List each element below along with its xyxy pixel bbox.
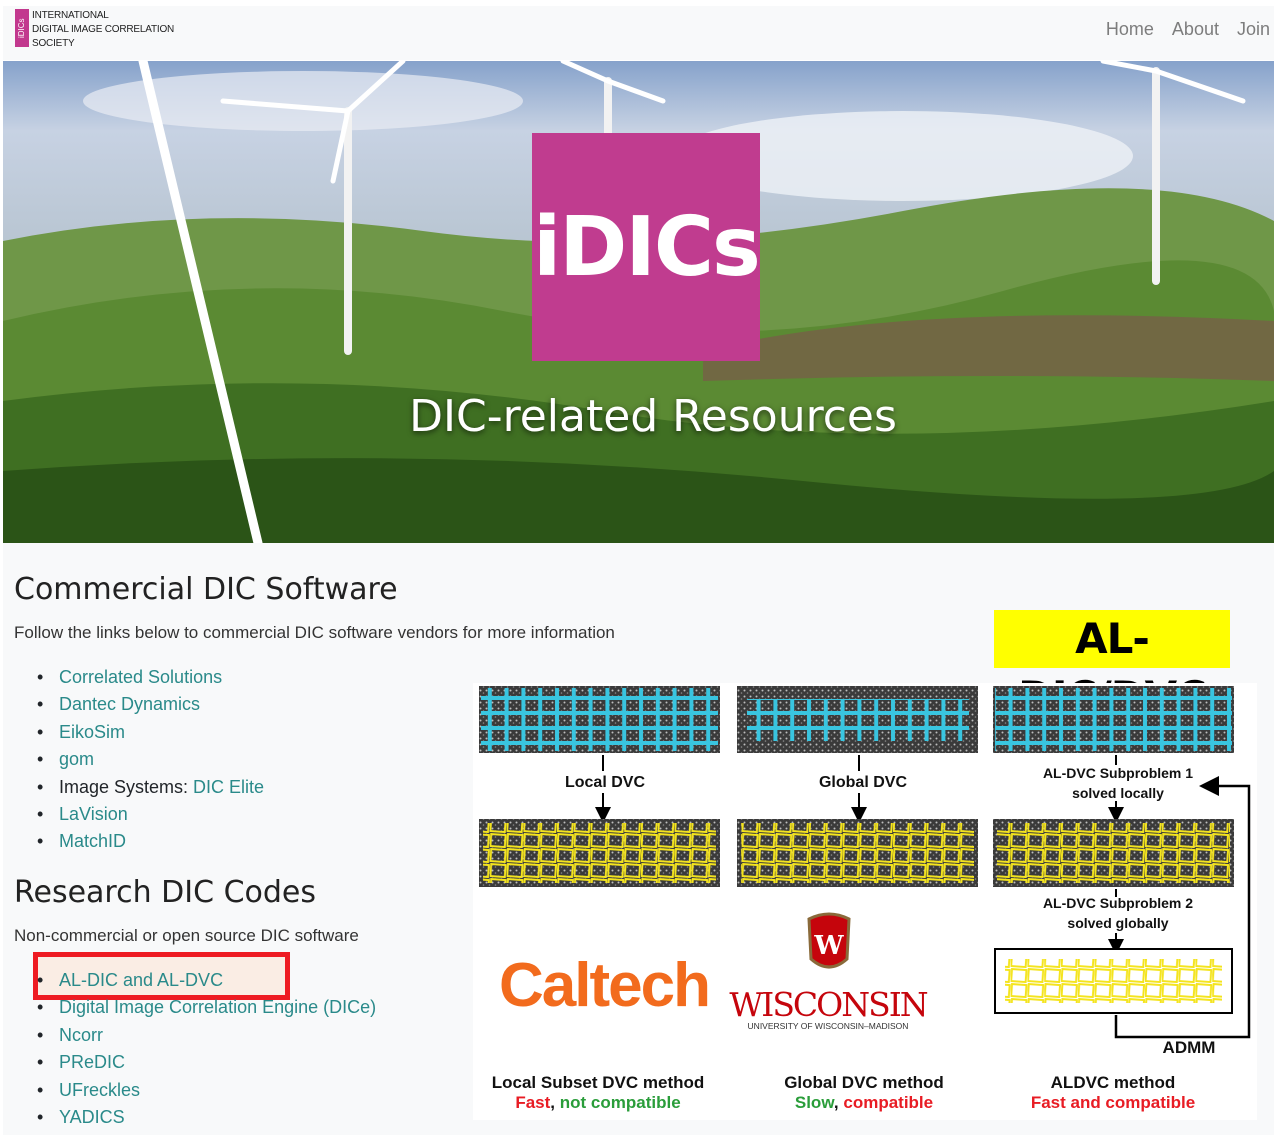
list-item: Correlated Solutions	[14, 664, 264, 691]
link-eikosim[interactable]: EikoSim	[59, 722, 125, 742]
list-item: gom	[14, 746, 264, 773]
subproblem1-label: AL-DVC Subproblem 1 solved locally	[1033, 763, 1203, 803]
dvc-comparison-figure: Caltech W WISCONSIN UNIVERSITY OF WISCON…	[473, 683, 1257, 1120]
logo-text: INTERNATIONAL DIGITAL IMAGE CORRELATION …	[32, 9, 174, 51]
hero-banner: iDICs DIC-related Resources	[3, 61, 1274, 543]
list-item: Dantec Dynamics	[14, 691, 264, 718]
link-matchid[interactable]: MatchID	[59, 831, 126, 851]
subproblem1-title: AL-DVC Subproblem 1	[1042, 765, 1194, 781]
top-navbar: iDICs INTERNATIONAL DIGITAL IMAGE CORREL…	[3, 6, 1274, 60]
logo-mark: iDICs	[15, 9, 29, 47]
caption-global-verdict: Slow, compatible	[739, 1093, 989, 1113]
wisconsin-subtext: UNIVERSITY OF WISCONSIN–MADISON	[748, 1021, 909, 1031]
commercial-lead: Follow the links below to commercial DIC…	[14, 623, 615, 642]
list-item: LaVision	[14, 801, 264, 828]
link-correlated-solutions[interactable]: Correlated Solutions	[59, 667, 222, 687]
caption-local-verdict: Fast, not compatible	[473, 1093, 723, 1113]
link-ufreckles[interactable]: UFreckles	[59, 1080, 140, 1100]
research-heading: Research DIC Codes	[14, 875, 317, 910]
list-item: UFreckles	[14, 1077, 376, 1104]
main-nav: Home About Join	[1106, 19, 1270, 40]
logo-line-3: SOCIETY	[32, 38, 75, 49]
al-dic-dvc-badge: AL-DIC/DVC	[994, 610, 1230, 721]
list-item: AL-DIC and AL-DVC	[14, 967, 376, 994]
nav-home-link[interactable]: Home	[1106, 19, 1154, 40]
link-lavision[interactable]: LaVision	[59, 804, 128, 824]
global-dvc-label: Global DVC	[818, 774, 907, 791]
link-ncorr[interactable]: Ncorr	[59, 1025, 103, 1045]
caption-local-title: Local Subset DVC method	[491, 1073, 705, 1092]
logo-line-2: DIGITAL IMAGE CORRELATION	[32, 24, 175, 35]
research-list: AL-DIC and AL-DVC Digital Image Correlat…	[14, 967, 376, 1131]
commercial-list: Correlated Solutions Dantec Dynamics Eik…	[14, 664, 264, 856]
logo-line-1: INTERNATIONAL	[32, 10, 109, 21]
subproblem2-subtitle: solved globally	[1067, 915, 1169, 931]
list-item: Ncorr	[14, 1022, 376, 1049]
link-yadics[interactable]: YADICS	[59, 1107, 125, 1127]
link-predic[interactable]: PReDIC	[59, 1052, 125, 1072]
caption-global-a: Slow	[794, 1093, 834, 1112]
list-item: YADICS	[14, 1104, 376, 1131]
admm-label: ADMM	[1162, 1038, 1216, 1057]
caption-local-sep: ,	[550, 1093, 560, 1112]
caltech-logo: Caltech	[499, 951, 709, 1020]
hero-logo-text: iDICs	[533, 199, 761, 295]
subproblem1-subtitle: solved locally	[1072, 785, 1164, 801]
caption-aldvc-verdict: Fast and compatible	[1030, 1093, 1196, 1112]
caption-global-title: Global DVC method	[784, 1073, 944, 1092]
local-dvc-label: Local DVC	[564, 774, 645, 791]
caption-local: Local Subset DVC method Fast, not compat…	[473, 1073, 723, 1113]
list-item-prefix: Image Systems:	[59, 776, 194, 797]
caption-local-b: not compatible	[559, 1093, 681, 1112]
link-al-dic[interactable]: AL-DIC and AL-DVC	[59, 970, 223, 990]
caption-global-b: compatible	[843, 1093, 934, 1112]
nav-about-link[interactable]: About	[1172, 19, 1219, 40]
caption-local-a: Fast	[515, 1093, 551, 1112]
hero-logo-badge: iDICs	[532, 133, 761, 361]
svg-text:W: W	[813, 931, 844, 961]
link-dice[interactable]: Digital Image Correlation Engine (DICe)	[59, 997, 376, 1017]
link-gom[interactable]: gom	[59, 749, 94, 769]
site-logo[interactable]: iDICs INTERNATIONAL DIGITAL IMAGE CORREL…	[15, 9, 174, 51]
wisconsin-wordmark: WISCONSIN	[729, 985, 927, 1024]
commercial-heading: Commercial DIC Software	[14, 572, 398, 607]
caption-aldvc: ALDVC method Fast and compatible	[988, 1073, 1238, 1113]
subproblem2-title: AL-DVC Subproblem 2	[1042, 895, 1194, 911]
list-item: Digital Image Correlation Engine (DICe)	[14, 994, 376, 1021]
list-item: PReDIC	[14, 1049, 376, 1076]
caption-aldvc-title: ALDVC method	[1050, 1073, 1176, 1092]
link-dic-elite[interactable]: DIC Elite	[193, 777, 264, 797]
research-lead: Non-commercial or open source DIC softwa…	[14, 926, 359, 945]
link-dantec-dynamics[interactable]: Dantec Dynamics	[59, 694, 200, 714]
caption-global-sep: ,	[833, 1093, 844, 1112]
caption-global: Global DVC method Slow, compatible	[739, 1073, 989, 1113]
list-item: MatchID	[14, 828, 264, 855]
list-item: EikoSim	[14, 719, 264, 746]
page-title: DIC-related Resources	[409, 391, 897, 442]
list-item: Image Systems: DIC Elite	[14, 774, 264, 801]
nav-join-link[interactable]: Join	[1237, 19, 1270, 40]
subproblem2-label: AL-DVC Subproblem 2 solved globally	[1033, 893, 1203, 933]
